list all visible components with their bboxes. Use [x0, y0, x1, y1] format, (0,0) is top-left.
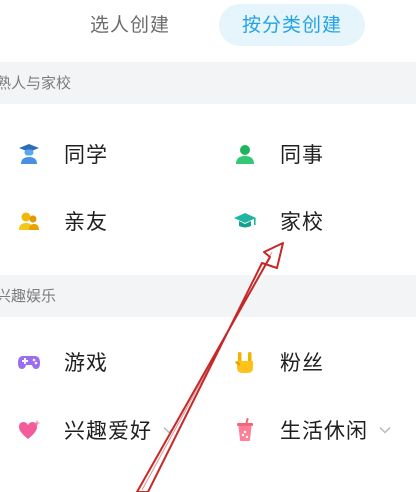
people-pair-icon — [16, 208, 42, 234]
section-header-entertainment: 兴趣娱乐 — [0, 275, 416, 317]
chevron-down-icon[interactable] — [378, 423, 392, 437]
category-item-games[interactable]: 游戏 — [16, 342, 108, 382]
section-header-acquaintance: 熟人与家校 — [0, 62, 416, 104]
create-group-page: 选人创建 按分类创建 熟人与家校 同学 同事 亲友 家校 兴趣娱乐 游戏 粉丝 … — [0, 0, 416, 492]
category-item-colleagues[interactable]: 同事 — [232, 134, 324, 174]
category-label: 粉丝 — [280, 351, 324, 375]
graduation-cap-icon — [232, 208, 258, 234]
drink-cup-icon — [232, 417, 258, 443]
heart-icon — [16, 417, 42, 443]
create-mode-tabs: 选人创建 按分类创建 — [0, 0, 416, 60]
category-label: 家校 — [280, 210, 324, 234]
chevron-down-icon[interactable] — [162, 423, 176, 437]
tab-select-people[interactable]: 选人创建 — [70, 4, 190, 46]
category-item-hobbies[interactable]: 兴趣爱好 — [16, 410, 176, 450]
category-label: 同事 — [280, 143, 324, 167]
category-label: 游戏 — [64, 351, 108, 375]
rock-hand-icon — [232, 349, 258, 375]
gamepad-icon — [16, 349, 42, 375]
category-item-leisure[interactable]: 生活休闲 — [232, 410, 392, 450]
category-item-home-school[interactable]: 家校 — [232, 201, 324, 241]
category-label: 同学 — [64, 143, 108, 167]
person-icon — [232, 141, 258, 167]
student-cap-icon — [16, 141, 42, 167]
category-label: 亲友 — [64, 210, 108, 234]
category-label: 生活休闲 — [280, 419, 368, 443]
category-item-family-friends[interactable]: 亲友 — [16, 201, 108, 241]
section-title: 兴趣娱乐 — [0, 287, 57, 305]
section-title: 熟人与家校 — [0, 74, 72, 92]
category-item-fans[interactable]: 粉丝 — [232, 342, 324, 382]
category-label: 兴趣爱好 — [64, 419, 152, 443]
tab-by-category[interactable]: 按分类创建 — [219, 4, 365, 46]
category-item-classmates[interactable]: 同学 — [16, 134, 108, 174]
